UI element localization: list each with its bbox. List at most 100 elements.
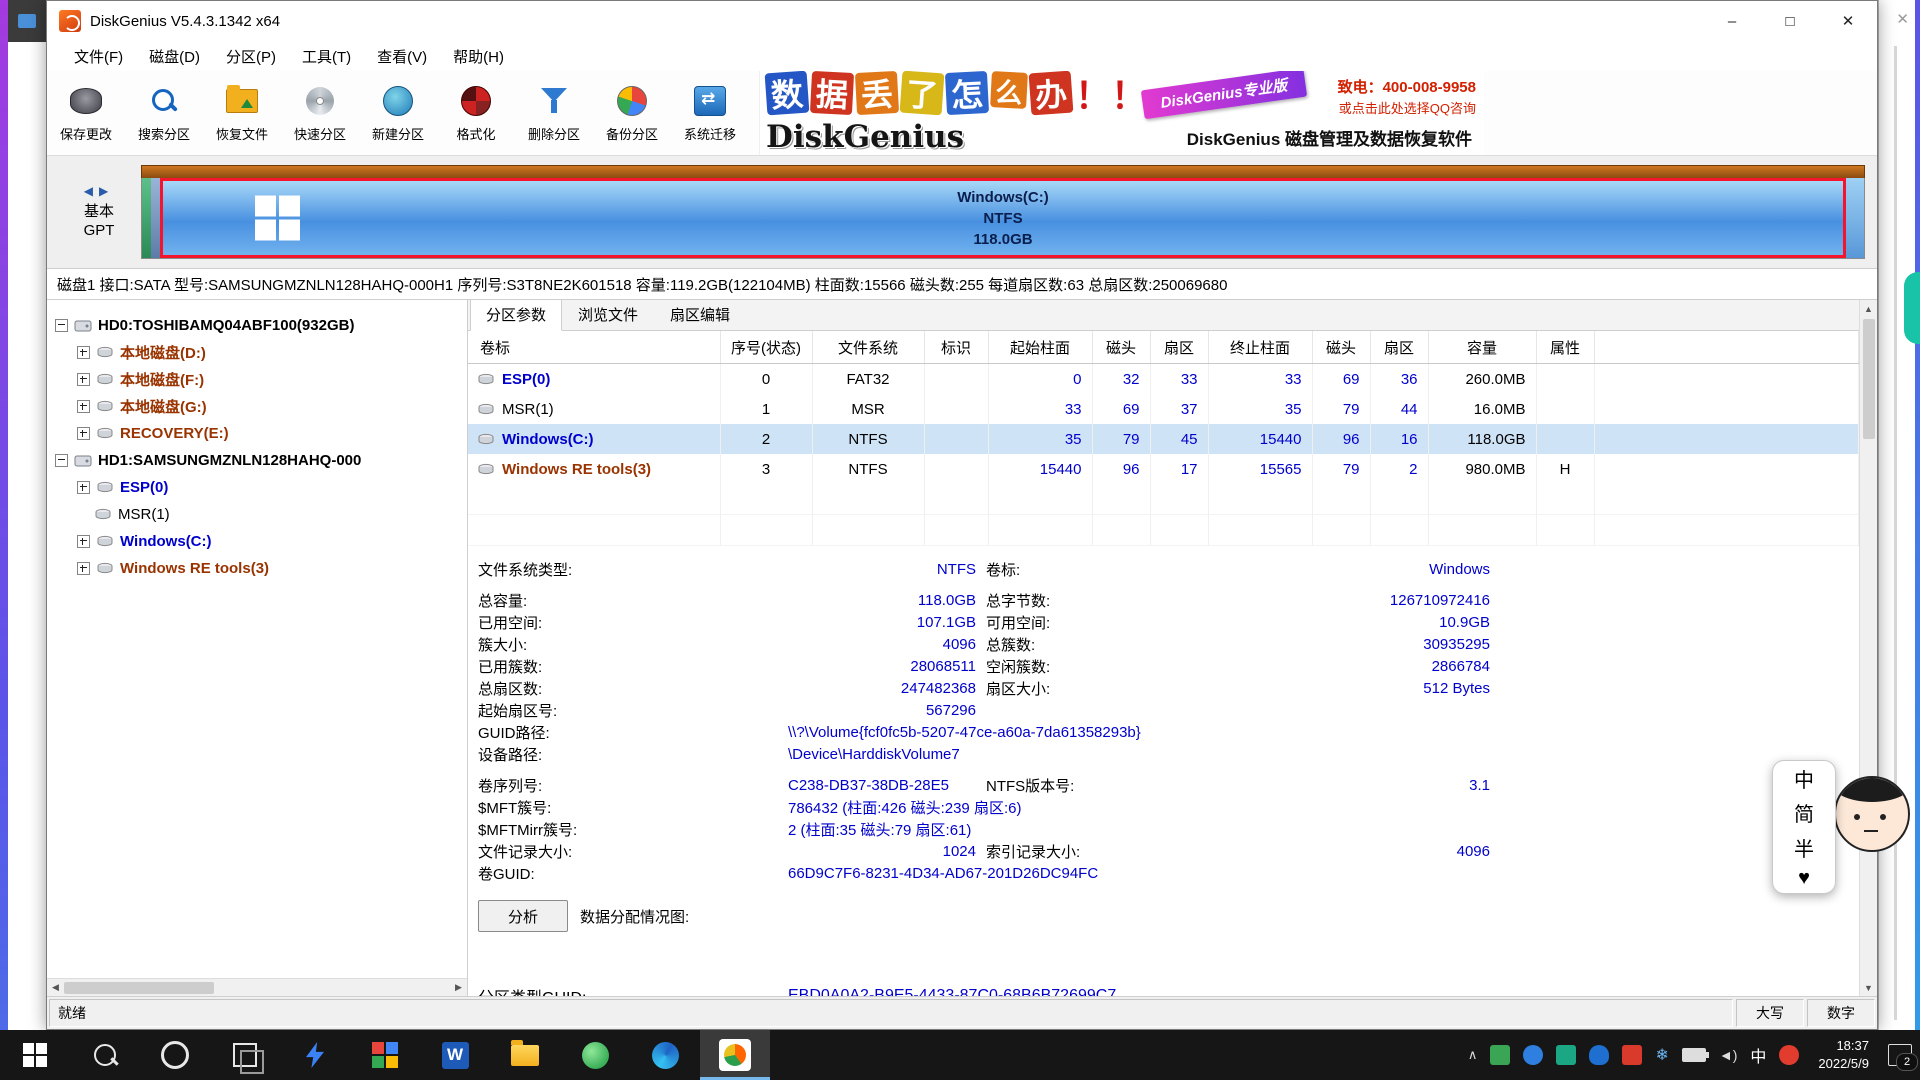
taskbar-app-word[interactable] [420,1030,490,1080]
ime-lang-indicator[interactable]: 中 [1794,764,1814,793]
expand-icon[interactable] [77,535,90,548]
detail-row: 文件系统类型:NTFS 卷标:Windows [468,558,1859,580]
save-disk-icon [67,83,105,119]
tab-sector-edit[interactable]: 扇区编辑 [654,300,746,331]
tree-item-windows-re[interactable]: Windows RE tools(3) [47,555,467,582]
esp-partition-strip[interactable] [142,178,151,258]
taskbar-app-diskgenius[interactable] [700,1030,770,1080]
col-start-cyl: 起始柱面 [988,331,1092,364]
new-partition-button[interactable]: 新建分区 [359,71,437,155]
tray-snowflake-icon[interactable]: ❄ [1655,1045,1668,1065]
tree-item-esp[interactable]: ESP(0) [47,474,467,501]
taskbar-app-store[interactable] [350,1030,420,1080]
scroll-left-icon[interactable]: ◀ [47,982,64,993]
table-row-windows-c[interactable]: Windows(C:) 2 NTFS 35 79 45 15440 96 16 … [468,424,1859,454]
scroll-up-icon[interactable]: ▲ [1864,300,1873,317]
partition-icon [96,535,114,548]
taskbar-app-green-browser[interactable] [560,1030,630,1080]
menu-tools[interactable]: 工具(T) [289,42,364,71]
table-row-windows-re[interactable]: Windows RE tools(3) 3 NTFS 15440 96 17 1… [468,454,1859,484]
ime-toolbar[interactable]: 中 简 半 ♥ [1772,760,1836,894]
expand-icon[interactable] [77,400,90,413]
tray-teal-icon[interactable] [1556,1045,1576,1065]
menu-file[interactable]: 文件(F) [61,42,136,71]
system-migrate-button[interactable]: 系统迁移 [671,71,749,155]
collapse-icon[interactable] [55,454,68,467]
scrollbar-thumb[interactable] [64,982,214,994]
tab-partition-params[interactable]: 分区参数 [470,300,562,331]
tree-item-recovery-e[interactable]: RECOVERY(E:) [47,420,467,447]
delete-partition-button[interactable]: 删除分区 [515,71,593,155]
tree-item-local-d[interactable]: 本地磁盘(D:) [47,339,467,366]
nav-right-icon[interactable]: ▶ [99,184,114,198]
disk-nav-arrows[interactable]: ◀▶ [57,184,141,198]
ime-heart-icon[interactable]: ♥ [1798,867,1810,890]
expand-icon[interactable] [77,427,90,440]
taskbar-clock[interactable]: 18:37 2022/5/9 [1818,1037,1869,1072]
table-row-esp[interactable]: ESP(0) 0 FAT32 0 32 33 33 69 36 260.0MB [468,364,1859,395]
menu-view[interactable]: 查看(V) [364,42,440,71]
tree-item-local-g[interactable]: 本地磁盘(G:) [47,393,467,420]
hidden-icons-caret[interactable]: ∧ [1468,1047,1478,1063]
background-scrollbar [1894,46,1897,1020]
msr-partition-strip[interactable] [151,178,160,258]
search-icon [145,83,183,119]
scroll-right-icon[interactable]: ▶ [450,982,467,993]
expand-icon[interactable] [77,562,90,575]
table-row-msr[interactable]: MSR(1) 1 MSR 33 69 37 35 79 44 16.0MB [468,394,1859,424]
tree-item-windows-c[interactable]: Windows(C:) [47,528,467,555]
start-button[interactable] [0,1030,70,1080]
partition-block-labels: Windows(C:) NTFS 118.0GB [957,187,1049,250]
task-view-button[interactable] [210,1030,280,1080]
tree-horizontal-scrollbar[interactable]: ◀ ▶ [47,978,467,996]
collapse-icon[interactable] [55,319,68,332]
quick-partition-button[interactable]: 快速分区 [281,71,359,155]
tray-blue-circle-icon[interactable] [1523,1045,1543,1065]
expand-icon[interactable] [77,346,90,359]
menu-disk[interactable]: 磁盘(D) [136,42,213,71]
search-partition-button[interactable]: 搜索分区 [125,71,203,155]
taskbar-app-explorer[interactable] [490,1030,560,1080]
cortana-button[interactable] [140,1030,210,1080]
save-changes-button[interactable]: 保存更改 [47,71,125,155]
format-button[interactable]: 格式化 [437,71,515,155]
analyze-button[interactable]: 分析 [478,900,568,932]
minimize-button[interactable]: – [1703,1,1761,41]
ime-halfwidth-indicator[interactable]: 半 [1794,833,1814,862]
backup-partition-button[interactable]: 备份分区 [593,71,671,155]
ime-simplified-indicator[interactable]: 简 [1794,798,1814,827]
promo-banner[interactable]: 数 据 丢 了 怎 么 办 ！！ DiskGenius DiskGenius专业… [759,71,1484,155]
maximize-button[interactable]: □ [1761,1,1819,41]
taskbar-app-edge[interactable] [630,1030,700,1080]
expand-icon[interactable] [77,481,90,494]
tree-item-hd0[interactable]: HD0:TOSHIBAMQ04ABF100(932GB) [47,312,467,339]
recover-files-button[interactable]: 恢复文件 [203,71,281,155]
battery-icon[interactable] [1682,1048,1706,1062]
nav-left-icon[interactable]: ◀ [84,184,99,198]
windows-logo-icon [23,1043,47,1067]
close-button[interactable]: ✕ [1819,1,1877,41]
windows-c-partition-block[interactable]: Windows(C:) NTFS 118.0GB [160,178,1846,258]
menu-partition[interactable]: 分区(P) [213,42,289,71]
tree-item-hd1[interactable]: HD1:SAMSUNGMZNLN128HAHQ-000 [47,447,467,474]
notification-badge: 2 [1896,1053,1918,1071]
volume-icon[interactable]: ◄) [1719,1047,1738,1063]
vertical-scrollbar[interactable]: ▲ ▼ [1859,300,1877,996]
recovery-partition-strip[interactable] [1846,178,1864,258]
tray-qq-icon[interactable] [1589,1045,1609,1065]
scrollbar-thumb[interactable] [1863,319,1875,439]
tray-green-icon[interactable] [1490,1045,1510,1065]
tray-sogou-icon[interactable] [1779,1045,1799,1065]
tree-item-local-f[interactable]: 本地磁盘(F:) [47,366,467,393]
input-method-indicator[interactable]: 中 [1750,1043,1766,1067]
promo-qq-link[interactable]: 或点击此处选择QQ咨询 [1339,98,1476,117]
tray-red-icon[interactable] [1622,1045,1642,1065]
action-center-icon[interactable]: 2 [1888,1044,1912,1066]
scroll-down-icon[interactable]: ▼ [1864,979,1873,996]
tab-browse-files[interactable]: 浏览文件 [562,300,654,331]
menu-help[interactable]: 帮助(H) [440,42,517,71]
taskbar-search-button[interactable] [70,1030,140,1080]
taskbar-app-lightning[interactable] [280,1030,350,1080]
expand-icon[interactable] [77,373,90,386]
tree-item-msr[interactable]: MSR(1) [47,501,467,528]
